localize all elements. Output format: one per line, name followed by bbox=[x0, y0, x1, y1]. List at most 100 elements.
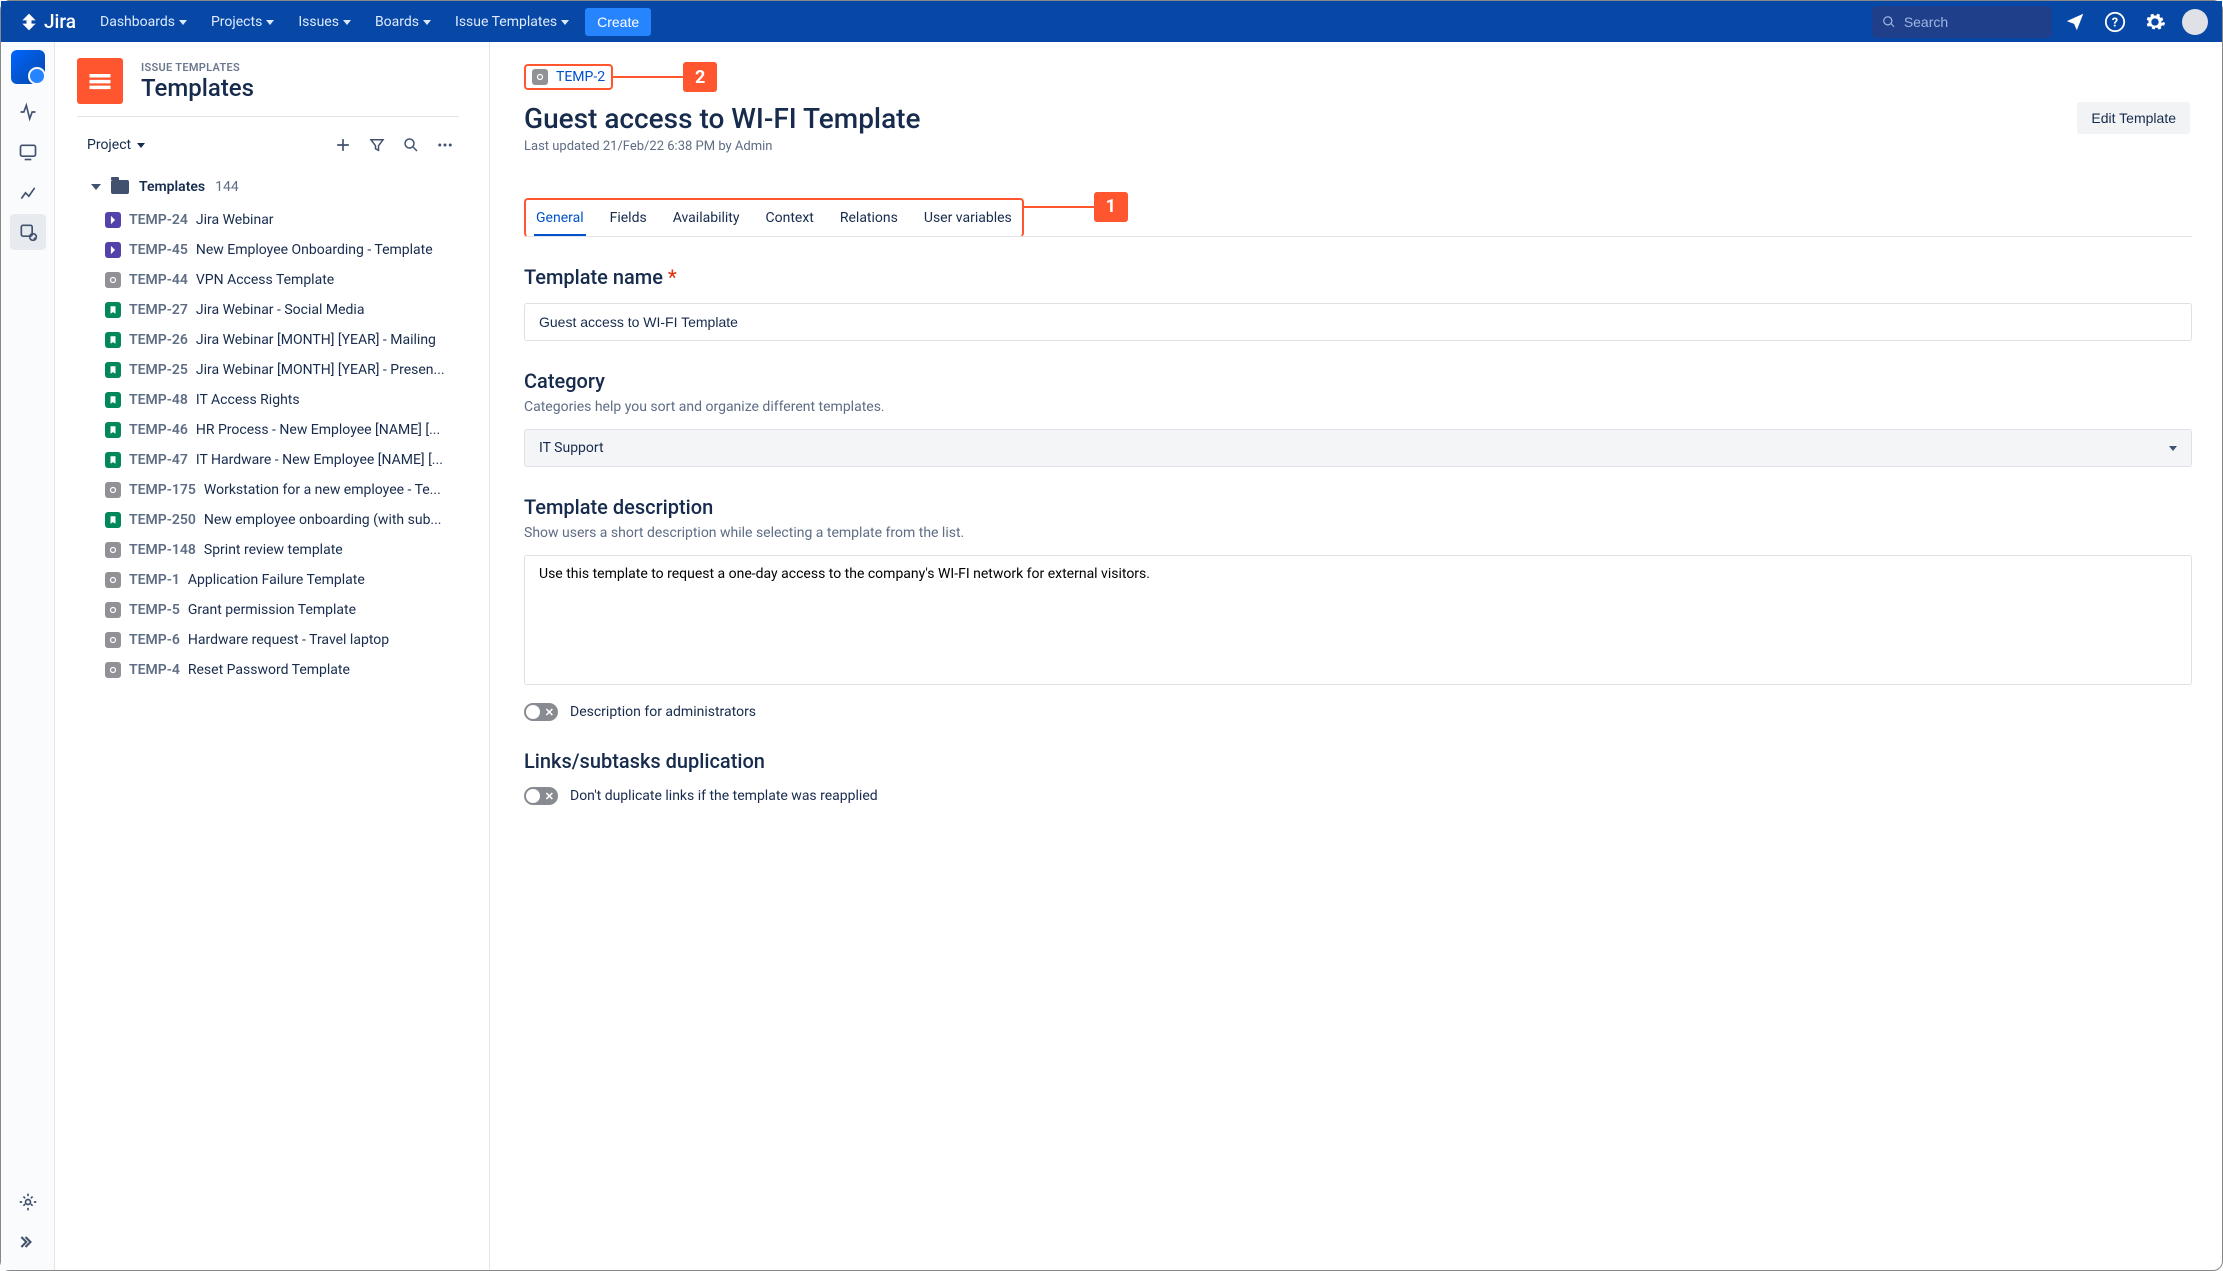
template-item[interactable]: TEMP-175Workstation for a new employee -… bbox=[77, 475, 477, 505]
toggle-no-duplicate[interactable]: ✕ bbox=[524, 787, 558, 805]
tab-fields[interactable]: Fields bbox=[608, 200, 649, 236]
chevron-down-icon bbox=[423, 20, 431, 25]
tab-user-variables[interactable]: User variables bbox=[922, 200, 1014, 236]
field-hint: Categories help you sort and organize di… bbox=[524, 399, 2192, 415]
rail-reports-icon[interactable] bbox=[10, 174, 46, 210]
settings-icon[interactable] bbox=[2138, 5, 2172, 39]
toggle-admin-description[interactable]: ✕ bbox=[524, 703, 558, 721]
search-icon[interactable] bbox=[397, 131, 425, 159]
section-links-duplication: Links/subtasks duplication ✕ Don't dupli… bbox=[524, 749, 2192, 805]
template-item-key: TEMP-1 bbox=[129, 572, 180, 588]
nav-issue-templates[interactable]: Issue Templates bbox=[445, 8, 579, 36]
template-item-key: TEMP-4 bbox=[129, 662, 180, 678]
issuetype-icon bbox=[105, 662, 121, 678]
create-button[interactable]: Create bbox=[585, 8, 651, 36]
section-template-name: Template name * bbox=[524, 265, 2192, 341]
brand[interactable]: Jira bbox=[11, 10, 84, 33]
template-item-title: Jira Webinar - Social Media bbox=[196, 302, 365, 318]
chevron-down-icon bbox=[561, 20, 569, 25]
filter-icon[interactable] bbox=[363, 131, 391, 159]
chevron-down-icon bbox=[137, 143, 145, 148]
field-hint: Show users a short description while sel… bbox=[524, 525, 2192, 541]
nav-issues[interactable]: Issues bbox=[288, 8, 361, 36]
chevron-down-icon bbox=[2169, 446, 2177, 451]
edit-template-button[interactable]: Edit Template bbox=[2077, 102, 2190, 134]
issuetype-icon bbox=[105, 452, 121, 468]
template-item[interactable]: TEMP-25Jira Webinar [MONTH] [YEAR] - Pre… bbox=[77, 355, 477, 385]
template-item-title: Grant permission Template bbox=[188, 602, 356, 618]
template-item[interactable]: TEMP-48IT Access Rights bbox=[77, 385, 477, 415]
template-key-crumb[interactable]: TEMP-2 bbox=[524, 64, 613, 90]
template-item[interactable]: TEMP-47 IT Hardware - New Employee [NAME]… bbox=[77, 445, 477, 475]
description-textarea[interactable] bbox=[524, 555, 2192, 685]
template-item-key: TEMP-5 bbox=[129, 602, 180, 618]
tree-root[interactable]: Templates 144 bbox=[77, 173, 477, 205]
template-item-key: TEMP-45 bbox=[129, 242, 188, 258]
field-label: Template name bbox=[524, 265, 663, 289]
tab-bar: General Fields Availability Context Relation… bbox=[524, 198, 1024, 237]
template-item[interactable]: TEMP-45 New Employee Onboarding - Templat… bbox=[77, 235, 477, 265]
tab-availability[interactable]: Availability bbox=[671, 200, 742, 236]
template-item[interactable]: TEMP-24Jira Webinar bbox=[77, 205, 477, 235]
brand-text: Jira bbox=[44, 10, 76, 33]
template-item-key: TEMP-48 bbox=[129, 392, 188, 408]
template-item[interactable]: TEMP-4Reset Password Template bbox=[77, 655, 477, 685]
template-item[interactable]: TEMP-26Jira Webinar [MONTH] [YEAR] - Mai… bbox=[77, 325, 477, 355]
sidebar-title: Templates bbox=[141, 74, 254, 102]
template-tree: Templates 144 TEMP-24Jira WebinarTEMP-45… bbox=[77, 173, 489, 1270]
profile-avatar[interactable] bbox=[2178, 5, 2212, 39]
template-item[interactable]: TEMP-148Sprint review template bbox=[77, 535, 477, 565]
template-key-text: TEMP-2 bbox=[556, 69, 605, 85]
tab-relations[interactable]: Relations bbox=[838, 200, 900, 236]
template-item-title: IT Hardware - New Employee [NAME] [... bbox=[196, 452, 443, 468]
template-item[interactable]: TEMP-46HR Process - New Employee [NAME] … bbox=[77, 415, 477, 445]
rail-expand-icon[interactable] bbox=[10, 1224, 46, 1260]
top-nav: Jira DashboardsProjectsIssuesBoardsIssue… bbox=[1, 1, 2222, 42]
help-icon[interactable]: ? bbox=[2098, 5, 2132, 39]
nav-boards[interactable]: Boards bbox=[365, 8, 441, 36]
template-item[interactable]: TEMP-5 Grant permission Template bbox=[77, 595, 477, 625]
rail-monitor-icon[interactable] bbox=[10, 134, 46, 170]
issuetype-icon bbox=[105, 422, 121, 438]
scope-selector[interactable]: Project bbox=[83, 137, 323, 153]
issuetype-icon bbox=[105, 572, 121, 588]
template-item[interactable]: TEMP-6Hardware request - Travel laptop bbox=[77, 625, 477, 655]
required-marker: * bbox=[668, 265, 677, 289]
issuetype-icon bbox=[105, 632, 121, 648]
nav-projects[interactable]: Projects bbox=[201, 8, 284, 36]
rail-settings-icon[interactable] bbox=[10, 1184, 46, 1220]
category-select[interactable]: IT Support bbox=[524, 429, 2192, 467]
issuetype-icon bbox=[105, 302, 121, 318]
tab-context[interactable]: Context bbox=[764, 200, 816, 236]
more-icon[interactable] bbox=[431, 131, 459, 159]
rail-templates-icon[interactable] bbox=[10, 214, 46, 250]
last-updated: Last updated 21/Feb/22 6:38 PM by Admin bbox=[524, 139, 2057, 154]
tab-general[interactable]: General bbox=[534, 200, 586, 236]
issuetype-icon bbox=[105, 482, 121, 498]
template-item[interactable]: TEMP-27Jira Webinar - Social Media bbox=[77, 295, 477, 325]
folder-icon bbox=[111, 180, 129, 194]
sidebar: ISSUE TEMPLATES Templates Project Templa… bbox=[55, 42, 490, 1270]
template-item-title: New Employee Onboarding - Template bbox=[196, 242, 433, 258]
template-name-input[interactable] bbox=[524, 303, 2192, 341]
field-label: Category bbox=[524, 369, 2192, 393]
nav-dashboards[interactable]: Dashboards bbox=[90, 8, 197, 36]
search-icon bbox=[1882, 14, 1896, 30]
rail-activity-icon[interactable] bbox=[10, 94, 46, 130]
caret-down-icon bbox=[91, 184, 101, 190]
issuetype-icon bbox=[105, 362, 121, 378]
scope-label: Project bbox=[87, 137, 131, 153]
search-input[interactable] bbox=[1904, 14, 2042, 30]
nav-links: DashboardsProjectsIssuesBoardsIssue Temp… bbox=[90, 8, 579, 36]
search-box[interactable] bbox=[1872, 6, 2052, 38]
template-item-key: TEMP-47 bbox=[129, 452, 188, 468]
template-item-title: Jira Webinar bbox=[196, 212, 274, 228]
annotation-badge-1: 1 bbox=[1094, 192, 1128, 222]
template-item[interactable]: TEMP-1Application Failure Template bbox=[77, 565, 477, 595]
rail-app-icon[interactable] bbox=[11, 50, 45, 84]
chevron-down-icon bbox=[343, 20, 351, 25]
template-item[interactable]: TEMP-250New employee onboarding (with su… bbox=[77, 505, 477, 535]
notifications-icon[interactable] bbox=[2058, 5, 2092, 39]
template-item[interactable]: TEMP-44VPN Access Template bbox=[77, 265, 477, 295]
add-icon[interactable] bbox=[329, 131, 357, 159]
